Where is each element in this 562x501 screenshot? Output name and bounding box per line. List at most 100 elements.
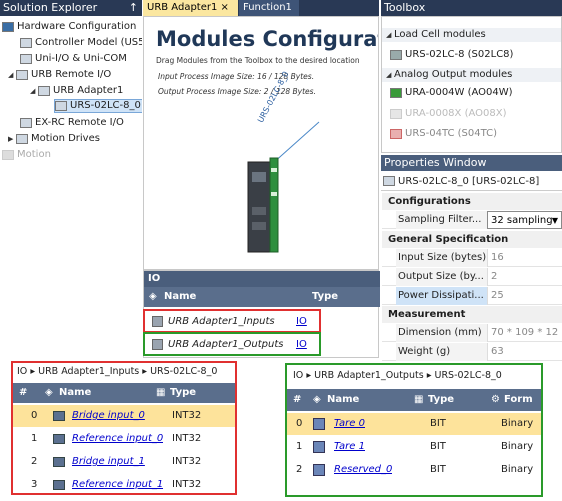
table-row[interactable]: 1 Reference input_0 INT32 (13, 428, 235, 450)
breadcrumb-item[interactable]: URB Adapter1_Inputs (38, 366, 139, 377)
prop-value: 2 (487, 268, 562, 286)
breadcrumb-item[interactable]: IO (293, 370, 303, 381)
inputs-detail-panel: IO ▸ URB Adapter1_Inputs ▸ URS-02LC-8_0 … (11, 361, 237, 495)
properties-object: URS-02LC-8_0 [URS-02LC-8] (381, 173, 562, 191)
table-row[interactable]: 1 Tare 1 BIT Binary (287, 436, 541, 458)
tree-urb-adapter1[interactable]: ◢ URB Adapter1 (30, 84, 123, 98)
group-label: Load Cell modules (394, 29, 486, 40)
category-general-specification[interactable]: General Specification (382, 231, 562, 248)
chevron-down-icon[interactable]: ▼ (552, 212, 558, 228)
adapter-icon (38, 86, 50, 96)
prop-value: 63 (487, 343, 562, 361)
pin-icon[interactable]: ↑ (129, 0, 138, 16)
expand-arrow-icon[interactable]: ◢ (386, 28, 394, 42)
close-icon[interactable]: × (221, 2, 229, 13)
hardware-icon (2, 22, 14, 32)
uni-io-icon (20, 54, 32, 64)
prop-input-size: Input Size (bytes) 16 (382, 249, 562, 267)
breadcrumb-item[interactable]: URS-02LC-8_0 (150, 366, 217, 377)
tree-label: Motion Drives (31, 133, 100, 144)
item-label: URA-0008X (AO08X) (405, 108, 507, 119)
toolbox-group-load-cell[interactable]: ◢ Load Cell modules (382, 28, 561, 42)
collapse-arrow-icon[interactable]: ▶ (8, 132, 16, 146)
category-configurations[interactable]: Configurations (382, 193, 562, 210)
col-index-header: # (293, 394, 302, 405)
tab-function1[interactable]: Function1 (239, 0, 299, 16)
grid-icon (53, 411, 65, 421)
bit-icon (313, 418, 325, 430)
tree-urb-remote-io[interactable]: ◢ URB Remote I/O (8, 68, 111, 82)
row-name-link[interactable]: Tare 1 (334, 436, 365, 458)
prop-label: Power Dissipati... (396, 287, 487, 305)
prop-power-dissipation[interactable]: Power Dissipati... 25 (382, 287, 562, 305)
row-name-link[interactable]: Tare 0 (334, 413, 365, 435)
col-index-header: # (19, 387, 28, 398)
toolbox-group-analog-output[interactable]: ◢ Analog Output modules (382, 68, 561, 82)
prop-sampling-filter[interactable]: Sampling Filter... 32 sampling ▼ (382, 211, 562, 229)
format-icon: ⚙ (491, 394, 500, 405)
toolbox-item-ura-0004w[interactable]: URA-0004W (AO04W) (390, 86, 513, 100)
tree-uni-io[interactable]: Uni-I/O & Uni-COM (20, 52, 127, 66)
toolbox-item-ura-0008x[interactable]: URA-0008X (AO08X) (390, 107, 506, 121)
sampling-select[interactable]: 32 sampling ▼ (487, 211, 562, 229)
document-tabstrip: URB Adapter1 × Function1 (143, 0, 379, 16)
col-name-header[interactable]: Name (59, 383, 91, 403)
row-name-link[interactable]: Reference input_0 (72, 428, 163, 450)
prop-label: Dimension (mm) (396, 324, 487, 342)
grid-icon (53, 434, 65, 444)
toolbox-title: Toolbox (384, 1, 426, 14)
table-row[interactable]: 2 Bridge input_1 INT32 (13, 451, 235, 473)
motion-icon (2, 150, 14, 160)
expand-arrow-icon[interactable]: ◢ (30, 84, 38, 98)
modules-title: Modules Configuration (156, 27, 378, 51)
load-cell-icon (390, 50, 402, 60)
col-type-header[interactable]: Type (170, 383, 196, 403)
col-format-header[interactable]: Form (504, 389, 533, 411)
expand-arrow-icon[interactable]: ◢ (386, 68, 394, 82)
breadcrumb-item[interactable]: URS-02LC-8_0 (435, 370, 502, 381)
ex-rc-icon (20, 118, 32, 128)
tab-urb-adapter1[interactable]: URB Adapter1 × (143, 0, 238, 16)
row-name-link[interactable]: Reference input_1 (72, 474, 163, 493)
tag-icon: ◈ (149, 291, 157, 302)
tree-motion[interactable]: Motion (2, 148, 51, 162)
expand-arrow-icon[interactable]: ◢ (8, 68, 16, 82)
table-row[interactable]: 0 Bridge input_0 INT32 (13, 405, 235, 427)
row-index: 2 (296, 464, 303, 475)
tab-label: URB Adapter1 (147, 2, 218, 13)
properties-header: Properties Window (381, 155, 562, 171)
item-label: URA-0004W (AO04W) (405, 87, 513, 98)
tree-motion-drives[interactable]: ▶ Motion Drives (8, 132, 100, 146)
row-type: BIT (430, 464, 446, 475)
sort-icon: ▦ (156, 387, 166, 398)
tree-label: Controller Model (US5 (35, 37, 142, 48)
category-measurement[interactable]: Measurement (382, 306, 562, 323)
row-name-link[interactable]: Reserved_0 (334, 459, 392, 481)
row-name-link[interactable]: Bridge input_0 (72, 405, 145, 427)
table-row[interactable]: 3 Reference input_1 INT32 (13, 474, 235, 493)
tree-hardware-configuration[interactable]: Hardware Configuration (2, 20, 136, 34)
item-label: URS-02LC-8 (S02LC8) (405, 49, 514, 60)
col-name-header[interactable]: Name (164, 287, 196, 307)
module-icon (55, 101, 67, 111)
solution-explorer-title: Solution Explorer (3, 1, 98, 14)
tree-ex-rc[interactable]: EX-RC Remote I/O (20, 116, 124, 130)
row-type: INT32 (172, 479, 202, 490)
row-name-link[interactable]: Bridge input_1 (72, 451, 145, 473)
col-name-header[interactable]: Name (327, 389, 359, 411)
toolbox-item-urs-04tc[interactable]: URS-04TC (S04TC) (390, 127, 497, 141)
output-size-text: Output Process Image Size: 2 / 128 Bytes… (158, 87, 316, 96)
col-type-header[interactable]: Type (312, 287, 338, 307)
col-type-header[interactable]: Type (428, 389, 454, 411)
breadcrumb-item[interactable]: URB Adapter1_Outputs (314, 370, 424, 381)
controller-icon (20, 38, 32, 48)
table-row[interactable]: 2 Reserved_0 BIT Binary (287, 459, 541, 481)
outputs-grid-header: # ◈ Name ▦ Type ⚙ Form (287, 389, 541, 411)
toolbox-item-urs-02lc-8[interactable]: URS-02LC-8 (S02LC8) (390, 48, 513, 62)
breadcrumb-item[interactable]: IO (17, 366, 27, 377)
tree-urs-02lc[interactable]: URS-02LC-8_0 (54, 99, 142, 113)
table-row[interactable]: 0 Tare 0 BIT Binary (287, 413, 541, 435)
device-illustration[interactable] (244, 112, 354, 257)
row-type: INT32 (172, 410, 202, 421)
tree-controller-model[interactable]: Controller Model (US5 (20, 36, 142, 50)
